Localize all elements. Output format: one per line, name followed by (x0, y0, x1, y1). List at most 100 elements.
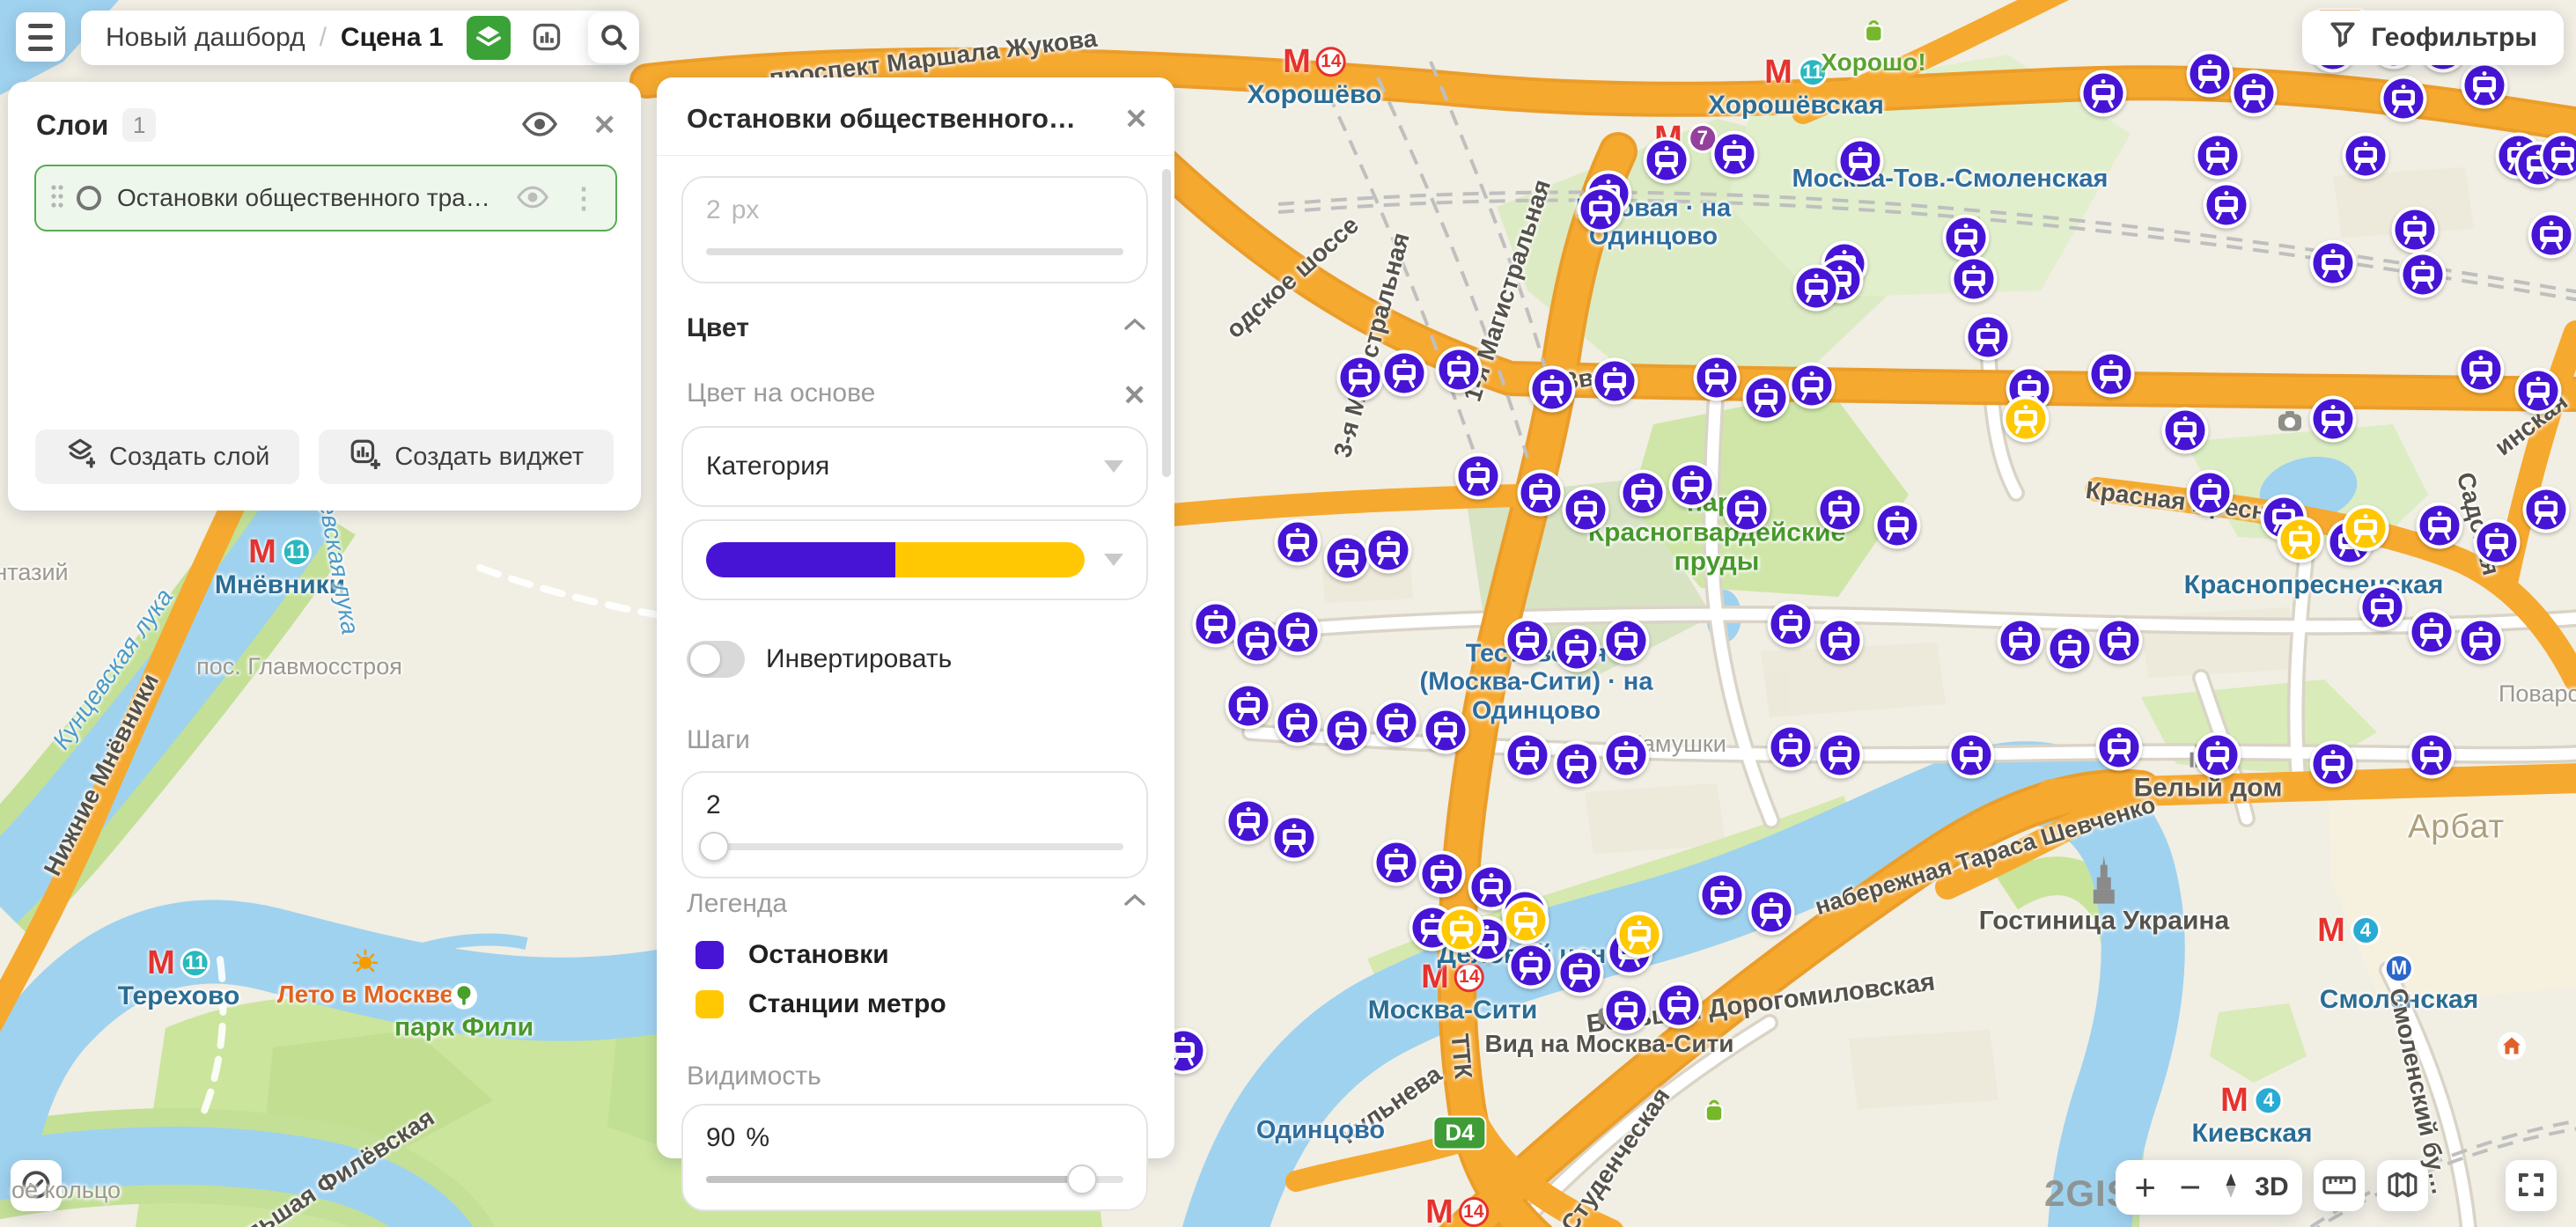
transport-stop-marker[interactable] (1380, 349, 1429, 398)
zoom-in-button[interactable]: + (2129, 1169, 2161, 1206)
metro-station-marker[interactable] (1501, 896, 1550, 945)
transport-stop-marker[interactable] (1654, 981, 1704, 1030)
transport-stop-marker[interactable] (1503, 731, 1552, 780)
metro-station-marker[interactable] (1437, 905, 1486, 954)
zoom-out-button[interactable]: − (2174, 1169, 2206, 1206)
transport-stop-marker[interactable] (2193, 131, 2242, 180)
transport-stop-marker[interactable] (1963, 312, 2013, 362)
transport-stop-marker[interactable] (1417, 849, 1467, 899)
layer-visibility-button[interactable] (517, 186, 548, 211)
transport-stop-marker[interactable] (1322, 706, 1372, 755)
transport-stop-marker[interactable] (1815, 616, 1865, 665)
transport-stop-marker[interactable] (2202, 180, 2251, 230)
layers-visibility-button[interactable] (522, 112, 557, 139)
palette-dropdown[interactable] (681, 519, 1148, 600)
transport-stop-marker[interactable] (2390, 205, 2440, 254)
metro-station-marker[interactable] (2001, 394, 2050, 444)
transport-stop-marker[interactable] (2193, 731, 2242, 780)
transport-stop-marker[interactable] (1590, 356, 1639, 406)
transport-stop-marker[interactable] (1792, 263, 1841, 312)
transport-stop-marker[interactable] (1642, 136, 1691, 185)
color-section-collapse-button[interactable] (1123, 317, 1146, 334)
transport-stop-marker[interactable] (1873, 501, 1922, 550)
slider-knob[interactable] (699, 832, 729, 862)
transport-stop-marker[interactable] (2229, 69, 2278, 118)
transport-stop-marker[interactable] (2160, 406, 2210, 455)
transport-stop-marker[interactable] (1766, 599, 1815, 649)
transport-stop-marker[interactable] (1556, 948, 1605, 997)
transport-stop-marker[interactable] (1421, 706, 1470, 755)
transport-stop-marker[interactable] (1224, 681, 1273, 731)
metro-station-marker[interactable] (2276, 515, 2325, 564)
settings-scrollbar[interactable] (1162, 169, 1171, 477)
transport-stop-marker[interactable] (2456, 345, 2506, 394)
search-button[interactable] (588, 12, 639, 63)
transport-stop-marker[interactable] (1270, 813, 1319, 863)
transport-stop-marker[interactable] (2185, 49, 2234, 99)
transport-stop-marker[interactable] (1552, 739, 1601, 789)
transport-stop-marker[interactable] (2472, 518, 2521, 567)
fullscreen-button[interactable] (2506, 1160, 2557, 1211)
transport-stop-marker[interactable] (2538, 131, 2576, 180)
transport-stop-marker[interactable] (1815, 731, 1865, 780)
transport-stop-marker[interactable] (2308, 239, 2358, 288)
transport-stop-marker[interactable] (2456, 616, 2506, 665)
transport-stop-marker[interactable] (1692, 353, 1741, 402)
transport-stop-marker[interactable] (1601, 731, 1651, 780)
transport-stop-marker[interactable] (1667, 460, 1717, 510)
transport-stop-marker[interactable] (1787, 361, 1836, 410)
3d-mode-button[interactable]: 3D (2255, 1172, 2288, 1202)
metro-station-marker[interactable] (1615, 910, 1664, 959)
transport-stop-marker[interactable] (1561, 485, 1610, 534)
transport-stop-marker[interactable] (2094, 616, 2144, 665)
category-dropdown[interactable]: Категория (681, 426, 1148, 507)
transport-stop-marker[interactable] (1454, 452, 1503, 501)
transport-stop-marker[interactable] (1527, 364, 1577, 414)
transport-stop-marker[interactable] (1766, 723, 1815, 772)
transport-stop-marker[interactable] (2460, 61, 2509, 110)
transport-stop-marker[interactable] (1552, 624, 1601, 673)
transport-stop-marker[interactable] (2527, 210, 2576, 260)
transport-stop-marker[interactable] (2513, 366, 2563, 415)
transport-stop-marker[interactable] (1516, 468, 1565, 518)
transport-stop-marker[interactable] (1372, 838, 1421, 887)
transport-stop-marker[interactable] (1722, 485, 1771, 534)
layers-mode-button[interactable] (467, 16, 511, 60)
settings-panel-close-button[interactable]: ✕ (1124, 102, 1148, 136)
transport-stop-marker[interactable] (1949, 254, 1998, 304)
ruler-tool-button[interactable] (2314, 1160, 2365, 1211)
transport-stop-marker[interactable] (1601, 986, 1651, 1035)
transport-stop-marker[interactable] (1697, 871, 1747, 920)
transport-stop-marker[interactable] (1836, 136, 1885, 186)
transport-stop-marker[interactable] (2308, 394, 2358, 444)
create-layer-button[interactable]: Создать слой (35, 430, 299, 484)
transport-stop-marker[interactable] (2045, 624, 2094, 673)
transport-stop-marker[interactable] (1506, 941, 1556, 990)
transport-stop-marker[interactable] (1947, 731, 1996, 780)
geofilters-button[interactable]: Геофильтры (2302, 11, 2564, 65)
transport-stop-marker[interactable] (1996, 616, 2045, 665)
transport-stop-marker[interactable] (2341, 131, 2390, 180)
transport-stop-marker[interactable] (2379, 74, 2428, 123)
create-widget-button[interactable]: Создать виджет (319, 430, 614, 484)
transport-stop-marker[interactable] (2407, 731, 2456, 780)
transport-stop-marker[interactable] (1364, 525, 1413, 575)
menu-button[interactable] (16, 12, 65, 62)
transport-stop-marker[interactable] (1372, 698, 1421, 747)
slider-knob[interactable] (1067, 1165, 1097, 1194)
transport-stop-marker[interactable] (1503, 616, 1552, 665)
layers-panel-close-button[interactable]: ✕ (592, 108, 616, 142)
transport-stop-marker[interactable] (2398, 250, 2447, 299)
transport-stop-marker[interactable] (1273, 518, 1322, 567)
metro-station-marker[interactable] (2341, 503, 2390, 553)
steps-slider[interactable] (706, 843, 1123, 850)
transport-stop-marker[interactable] (2358, 583, 2407, 632)
transport-stop-marker[interactable] (2087, 349, 2136, 399)
visibility-slider[interactable] (706, 1176, 1123, 1183)
transport-stop-marker[interactable] (1434, 345, 1483, 394)
compass-icon[interactable] (2219, 1168, 2242, 1208)
transport-stop-marker[interactable] (1741, 373, 1791, 422)
transport-stop-marker[interactable] (1618, 468, 1667, 518)
transport-stop-marker[interactable] (2407, 607, 2456, 657)
transport-stop-marker[interactable] (1815, 485, 1865, 534)
